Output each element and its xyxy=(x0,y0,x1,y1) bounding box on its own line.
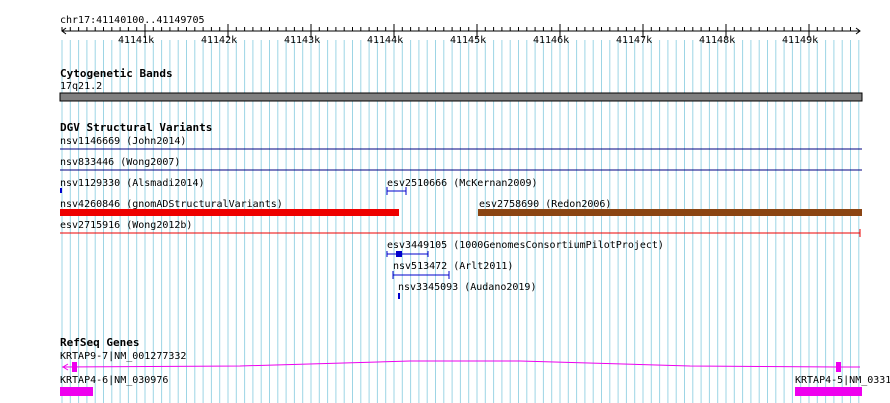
variant-bar-esv2758690[interactable] xyxy=(478,209,862,216)
gene-intron-krtap9-7[interactable] xyxy=(61,360,839,368)
gene-exon-krtap9-7[interactable] xyxy=(836,362,841,372)
variant-bar-nsv4260846[interactable] xyxy=(60,209,399,216)
cytoband-bar[interactable] xyxy=(59,92,863,102)
gene-bar-krtap4-5[interactable] xyxy=(795,387,862,396)
track-features xyxy=(59,24,863,396)
variant-bar-esv3449105-block[interactable] xyxy=(396,251,402,257)
gene-exon-krtap9-7[interactable] xyxy=(72,362,77,372)
gene-bar-krtap4-6[interactable] xyxy=(60,387,93,396)
